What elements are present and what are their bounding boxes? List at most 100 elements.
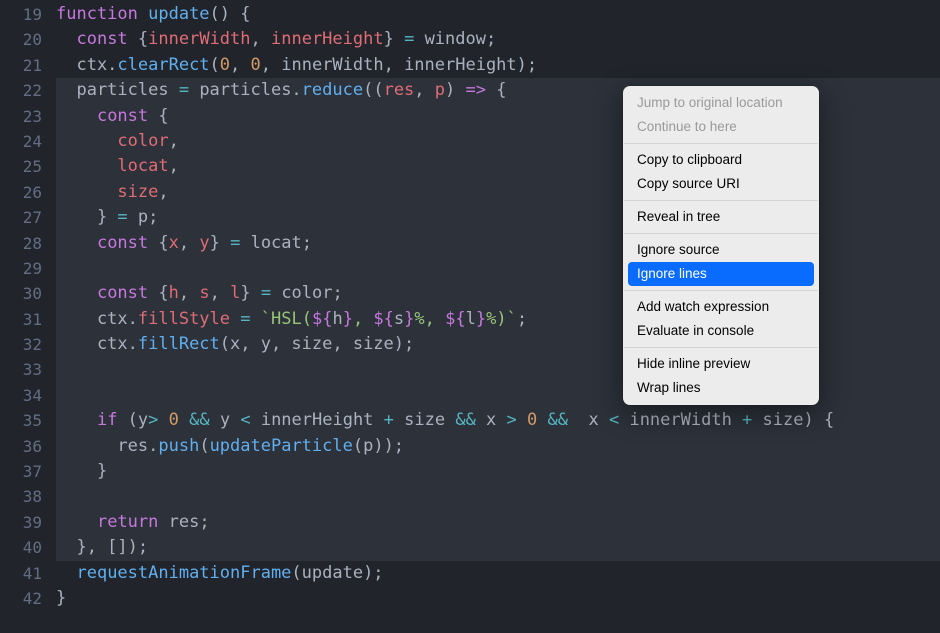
code-token: (y <box>128 410 148 430</box>
code-token: } <box>210 233 230 253</box>
code-token: const <box>97 283 158 303</box>
line-number: 20 <box>0 27 42 52</box>
code-token: ${ <box>312 309 332 329</box>
code-token: locat <box>117 156 168 176</box>
code-token: s <box>199 283 209 303</box>
code-line[interactable]: function update() { <box>56 2 940 27</box>
code-token: return <box>97 512 169 532</box>
code-token: size <box>117 182 158 202</box>
line-number: 27 <box>0 205 42 230</box>
code-token: { <box>138 29 148 49</box>
menu-separator <box>624 200 818 201</box>
code-line[interactable]: ctx.clearRect(0, 0, innerWidth, innerHei… <box>56 53 940 78</box>
code-token: p <box>435 80 445 100</box>
code-token: innerHeight <box>271 29 384 49</box>
code-area[interactable]: function update() { const {innerWidth, i… <box>56 0 940 633</box>
code-token: , <box>169 131 179 151</box>
code-token: } <box>343 309 353 329</box>
code-token: < <box>240 410 250 430</box>
code-token: } <box>404 309 414 329</box>
code-line[interactable] <box>56 484 940 509</box>
code-line[interactable]: requestAnimationFrame(update); <box>56 561 940 586</box>
code-token <box>56 182 117 202</box>
code-token: reduce <box>302 80 363 100</box>
code-token: if <box>97 410 128 430</box>
code-token: > <box>507 410 517 430</box>
code-token: color; <box>271 283 343 303</box>
code-token: ( <box>199 436 209 456</box>
code-token: ctx. <box>56 334 138 354</box>
code-token: `HSL( <box>261 309 312 329</box>
code-token <box>230 309 240 329</box>
code-line[interactable]: return res; <box>56 510 940 535</box>
line-number: 29 <box>0 256 42 281</box>
code-token <box>56 233 97 253</box>
code-line[interactable]: const {innerWidth, innerHeight} = window… <box>56 27 940 52</box>
menu-item[interactable]: Reveal in tree <box>623 205 819 229</box>
menu-item[interactable]: Copy to clipboard <box>623 148 819 172</box>
code-token: ${ <box>445 309 465 329</box>
line-number: 34 <box>0 383 42 408</box>
line-number: 26 <box>0 180 42 205</box>
code-token: < <box>609 410 619 430</box>
code-editor[interactable]: 1920212223242526272829303132333435363738… <box>0 0 940 633</box>
code-token: res. <box>56 436 158 456</box>
line-number: 21 <box>0 53 42 78</box>
code-token <box>251 309 261 329</box>
code-line[interactable]: if (y> 0 && y < innerHeight + size && x … <box>56 408 940 433</box>
code-token: { <box>158 283 168 303</box>
code-token: size <box>394 410 455 430</box>
code-token: const <box>97 233 158 253</box>
code-token: 0 <box>527 410 537 430</box>
code-line[interactable]: res.push(updateParticle(p)); <box>56 434 940 459</box>
code-token: , <box>179 233 199 253</box>
code-token: update <box>148 4 209 24</box>
code-token: fillRect <box>138 334 220 354</box>
context-menu[interactable]: Jump to original locationContinue to her… <box>623 86 819 405</box>
code-token: innerHeight <box>251 410 384 430</box>
menu-item[interactable]: Copy source URI <box>623 172 819 196</box>
code-token: }, []); <box>56 537 148 557</box>
code-token: } <box>56 207 117 227</box>
code-token: (( <box>363 80 383 100</box>
code-token: particles <box>56 80 179 100</box>
code-token: push <box>158 436 199 456</box>
code-token: = <box>179 80 189 100</box>
code-token: requestAnimationFrame <box>76 563 291 583</box>
code-token: = <box>240 309 250 329</box>
code-line[interactable]: } <box>56 459 940 484</box>
code-token: && <box>189 410 209 430</box>
code-line[interactable]: } <box>56 586 940 611</box>
code-token <box>179 410 189 430</box>
code-token: innerWidth <box>148 29 250 49</box>
code-token: , <box>251 29 271 49</box>
code-token: && <box>548 410 579 430</box>
menu-item[interactable]: Evaluate in console <box>623 319 819 343</box>
code-token: 0 <box>169 410 179 430</box>
code-token: 0 <box>220 55 230 75</box>
code-token: ; <box>517 309 527 329</box>
menu-item[interactable]: Add watch expression <box>623 295 819 319</box>
menu-item[interactable]: Ignore source <box>623 238 819 262</box>
line-number: 24 <box>0 129 42 154</box>
code-token: y <box>199 233 209 253</box>
code-token: p; <box>128 207 159 227</box>
code-token: + <box>384 410 394 430</box>
code-line[interactable]: }, []); <box>56 535 940 560</box>
code-token: } <box>384 29 404 49</box>
line-number: 32 <box>0 332 42 357</box>
line-number: 42 <box>0 586 42 611</box>
code-token: l <box>466 309 476 329</box>
menu-item[interactable]: Wrap lines <box>623 376 819 400</box>
line-number: 39 <box>0 510 42 535</box>
code-token: x <box>578 410 609 430</box>
code-token: %, <box>414 309 445 329</box>
code-token: updateParticle <box>210 436 353 456</box>
menu-item[interactable]: Ignore lines <box>628 262 814 286</box>
code-token: color <box>117 131 168 151</box>
menu-separator <box>624 143 818 144</box>
code-token <box>56 512 97 532</box>
line-number: 28 <box>0 231 42 256</box>
code-token: x <box>476 410 507 430</box>
menu-item[interactable]: Hide inline preview <box>623 352 819 376</box>
